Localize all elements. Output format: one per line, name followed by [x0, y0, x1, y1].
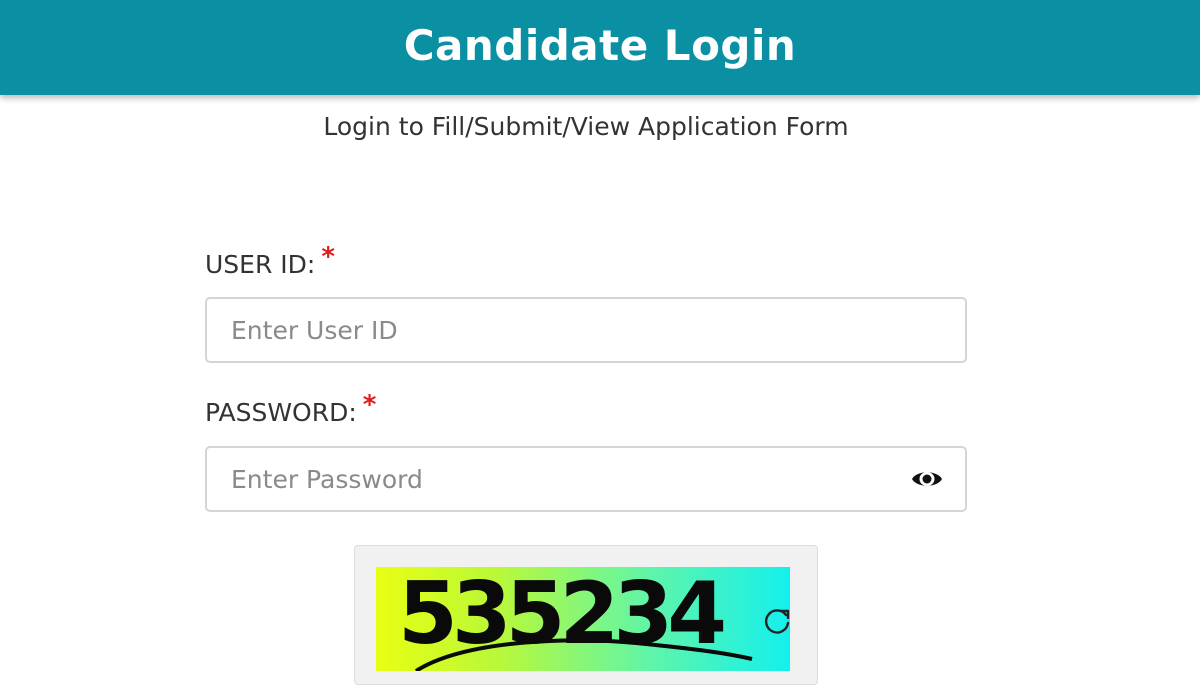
page-subtitle: Login to Fill/Submit/View Application Fo… [323, 112, 849, 141]
user-id-label-text: USER ID: [205, 250, 316, 279]
required-asterisk: * [362, 390, 377, 420]
password-label-text: PASSWORD: [205, 398, 357, 427]
password-label: PASSWORD: * [205, 390, 376, 428]
page-title: Candidate Login [403, 21, 797, 70]
captcha-container: 535234 [354, 545, 818, 685]
page-header: Candidate Login [0, 0, 1200, 95]
password-field[interactable] [205, 446, 967, 512]
refresh-icon[interactable] [762, 606, 792, 636]
eye-icon[interactable] [911, 468, 943, 490]
user-id-input[interactable] [207, 299, 867, 361]
user-id-label: USER ID: * [205, 242, 335, 280]
captcha-noise-line [414, 638, 753, 671]
password-input[interactable] [207, 448, 867, 510]
captcha-image: 535234 [376, 567, 790, 671]
required-asterisk: * [321, 242, 335, 272]
user-id-field[interactable] [205, 297, 967, 363]
